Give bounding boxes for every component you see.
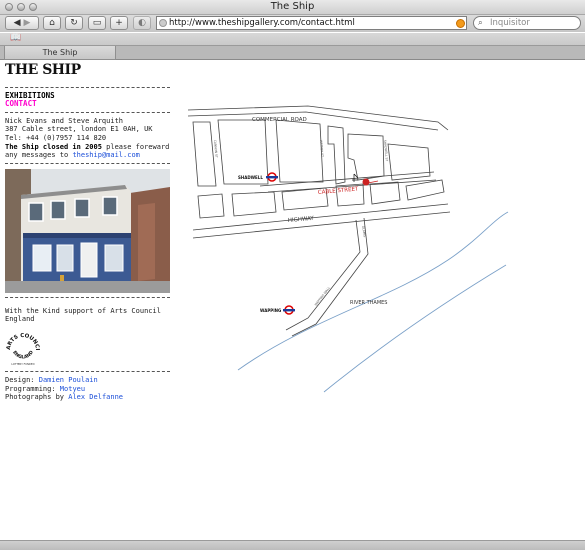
tab-bar: The Ship [0, 45, 585, 60]
closed-notice-rest: please foreward [101, 142, 170, 151]
credit-programming-label: Programming: [5, 384, 56, 393]
address-bar[interactable]: http://www.theshipgallery.com/contact.ht… [156, 16, 467, 30]
lottery-funded-text: LOTTERY FUNDED [11, 362, 34, 366]
search-field[interactable]: ⌕ Inquisitor [473, 16, 581, 30]
arts-council-bottom-text: ENGLAND [11, 349, 35, 360]
map-station-wapping-label: WAPPING [260, 308, 281, 313]
tab-the-ship[interactable]: The Ship [4, 46, 116, 60]
map-label-commercial-road: COMMERCIAL ROAD [252, 117, 307, 123]
arts-council-logo[interactable]: ARTS COUNCIL ENGLAND LOTTERY FUNDED [3, 326, 41, 366]
reload-button[interactable]: ↻ [65, 16, 83, 30]
map-label-river-thames: RIVER THAMES [350, 300, 387, 306]
closed-notice: The Ship closed in 2005 please foreward [5, 143, 170, 152]
magnifier-icon: ⌕ [478, 18, 483, 28]
credit-photos-label: Photographs by [5, 393, 65, 402]
rss-icon[interactable] [456, 19, 465, 28]
status-bar [0, 540, 585, 550]
forward-arrow-icon[interactable]: ▶ [23, 18, 30, 28]
email-link[interactable]: theship@mail.com [72, 151, 139, 159]
map-station-shadwell-label: SHADWELL [238, 175, 263, 180]
credit-photos-link[interactable]: Alex Delfanne [68, 393, 123, 401]
wapping-station-icon [283, 305, 295, 315]
credit-programming: Programming: Motyeu [5, 385, 170, 394]
plus-icon: + [115, 18, 123, 28]
bookmarks-bar: 📖 [0, 33, 585, 45]
nav-contact[interactable]: CONTACT [5, 100, 170, 109]
snapback-icon: ◐ [138, 18, 146, 28]
map-label-watney-st: WATNEY ST [319, 140, 324, 158]
contact-tel: Tel: +44 (0)7957 114 820 [5, 133, 107, 142]
book-icon[interactable]: 📖 [10, 33, 21, 43]
credit-photos: Photographs by Alex Delfanne [5, 393, 170, 402]
credit-design-link[interactable]: Damien Poulain [39, 376, 98, 384]
map-label-cannon-st: CANNON ST [213, 140, 219, 158]
contact-names: Nick Evans and Steve Arquith [5, 116, 124, 125]
arts-council-top-text: ARTS COUNCIL [3, 326, 40, 351]
home-button[interactable]: ⌂ [43, 16, 61, 30]
map-label-highway: HIGHWAY [288, 216, 315, 224]
messages-line: any messages to theship@mail.com [5, 151, 170, 160]
left-column: THE SHIP EXHIBITIONS CONTACT Nick Evans … [3, 63, 170, 402]
snapback-button[interactable]: ◐ [133, 16, 151, 30]
home-icon: ⌂ [49, 18, 55, 28]
credit-design: Design: Damien Poulain [5, 376, 170, 385]
site-logo[interactable]: THE SHIP [5, 63, 170, 76]
contact-address: 387 Cable street, london E1 0AH, UK [5, 125, 153, 134]
back-arrow-icon[interactable]: ◀ [14, 18, 21, 28]
svg-text:ARTS COUNCIL: ARTS COUNCIL [5, 330, 40, 351]
map-label-glamis: GLAMIS [361, 225, 367, 237]
search-placeholder: Inquisitor [490, 18, 530, 28]
printer-icon: ▭ [92, 18, 102, 28]
closed-notice-bold: The Ship closed in 2005 [5, 142, 102, 151]
ship-building-photo [5, 168, 170, 293]
credit-programming-link[interactable]: Motyeu [60, 385, 85, 393]
add-bookmark-button[interactable]: + [110, 16, 128, 30]
map-label-wapping-wall: WAPPING WALL [314, 286, 332, 307]
window-titlebar: The Ship [0, 0, 585, 15]
reload-icon: ↻ [70, 18, 78, 28]
window-title: The Ship [270, 1, 315, 12]
site-icon [159, 19, 167, 27]
back-forward-button[interactable]: ◀ ▶ [5, 16, 39, 30]
location-map: COMMERCIAL ROAD CABLE STREET HIGHWAY RIV… [187, 100, 518, 404]
browser-toolbar: ◀ ▶ ⌂ ↻ ▭ + ◐ http://www.theshipgallery.… [0, 15, 585, 32]
support-text: With the Kind support of Arts Council En… [5, 306, 161, 324]
svg-text:ENGLAND: ENGLAND [11, 349, 35, 360]
messages-label: any messages to [5, 151, 69, 160]
address-bar-url: http://www.theshipgallery.com/contact.ht… [169, 18, 355, 28]
print-button[interactable]: ▭ [88, 16, 106, 30]
credit-design-label: Design: [5, 375, 35, 384]
